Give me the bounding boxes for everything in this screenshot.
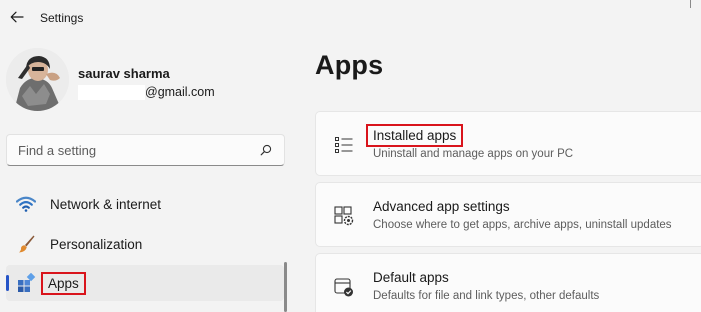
- avatar-photo-icon: [6, 48, 69, 111]
- default-apps-icon: [332, 275, 356, 299]
- user-name: saurav sharma: [78, 66, 170, 81]
- search-icon[interactable]: [254, 138, 278, 162]
- card-description: Uninstall and manage apps on your PC: [373, 148, 574, 160]
- sidebar-item-label: Personalization: [50, 236, 143, 252]
- email-redaction: [78, 84, 145, 100]
- search-box[interactable]: [6, 134, 285, 166]
- sidebar-item-network-internet[interactable]: Network & internet: [6, 186, 284, 222]
- list-icon: [332, 133, 356, 157]
- card-title: Installed apps: [366, 124, 464, 147]
- card-description: Choose where to get apps, archive apps, …: [373, 219, 672, 231]
- back-button[interactable]: [4, 5, 30, 29]
- sidebar-item-personalization[interactable]: Personalization: [6, 226, 284, 262]
- apps-icon: [15, 272, 37, 294]
- window-edge: [690, 0, 691, 8]
- avatar[interactable]: [6, 48, 69, 111]
- wifi-icon: [15, 193, 37, 215]
- active-indicator: [6, 275, 9, 291]
- back-arrow-icon: [10, 11, 24, 23]
- sidebar-item-label: Apps: [41, 271, 86, 295]
- app-title: Settings: [40, 11, 84, 25]
- email-suffix: @gmail.com: [145, 85, 215, 99]
- card-title: Default apps: [373, 270, 449, 285]
- default-apps-card[interactable]: Default apps Defaults for file and link …: [315, 253, 701, 312]
- user-email: @gmail.com: [78, 84, 215, 100]
- sidebar-item-apps[interactable]: Apps: [6, 265, 284, 301]
- app-settings-icon: [332, 204, 356, 228]
- paintbrush-icon: [15, 233, 37, 255]
- sidebar-scrollbar[interactable]: [284, 262, 287, 312]
- page-title: Apps: [315, 50, 384, 80]
- installed-apps-card[interactable]: Installed apps Uninstall and manage apps…: [315, 111, 701, 176]
- sidebar-item-label: Network & internet: [50, 196, 162, 212]
- card-title: Advanced app settings: [373, 199, 510, 214]
- settings-window: Settings saurav sharma @gmail.com Find a…: [0, 0, 701, 312]
- card-description: Defaults for file and link types, other …: [373, 290, 600, 302]
- search-input[interactable]: [7, 135, 254, 165]
- advanced-app-settings-card[interactable]: Advanced app settings Choose where to ge…: [315, 182, 701, 247]
